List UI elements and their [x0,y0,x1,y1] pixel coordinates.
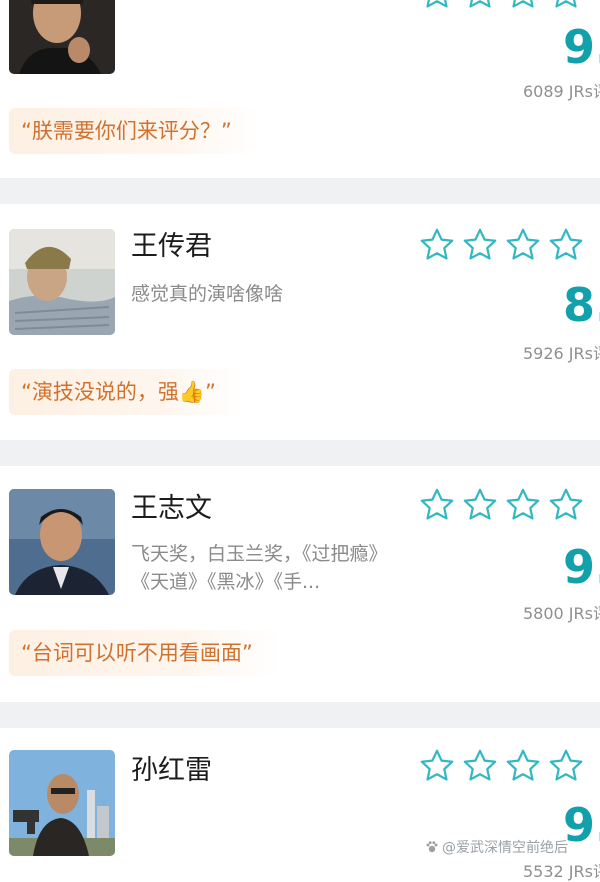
watermark: @爱武深情空前绝后 [425,837,568,857]
star-outline-icon[interactable] [461,226,499,264]
actor-photo [9,229,115,335]
top-comment-text: “台词可以听不用看画面” [21,641,253,665]
rating-count: 5926 JRs评 [523,344,600,363]
star-outline-icon[interactable] [547,747,585,785]
star-outline-icon[interactable] [504,747,542,785]
watermark-text: @爱武深情空前绝后 [442,840,568,856]
top-comment[interactable]: “朕需要你们来评分？” [9,108,260,154]
avatar[interactable] [9,229,115,335]
avatar[interactable] [9,0,115,74]
rating-count: 5800 JRs评 [523,604,600,623]
star-outline-icon[interactable] [461,486,499,524]
star-outline-icon[interactable] [461,0,499,12]
star-outline-icon[interactable] [504,226,542,264]
star-outline-icon[interactable] [418,747,456,785]
star-outline-icon[interactable] [504,0,542,12]
actor-name[interactable]: 王志文 [131,486,212,525]
star-outline-icon[interactable] [547,486,585,524]
actor-description: 感觉真的演啥像啥 [131,283,284,305]
actor-photo [9,0,115,74]
star-outline-icon[interactable] [418,226,456,264]
card-divider [0,178,600,204]
top-comment[interactable]: “台词可以听不用看画面” [9,630,281,676]
actor-photo [9,750,115,856]
top-comment-text: “朕需要你们来评分？” [21,119,232,143]
star-outline-icon[interactable] [547,0,585,12]
star-outline-icon[interactable] [547,226,585,264]
score: 9. [563,798,600,852]
avatar[interactable] [9,489,115,595]
rating-count: 5532 JRs评 [523,862,600,881]
actor-name[interactable]: 孙红雷 [131,748,212,787]
card-divider [0,702,600,728]
star-outline-icon[interactable] [418,0,456,12]
score: 9. [563,20,600,74]
avatar[interactable] [9,750,115,856]
star-outline-icon[interactable] [418,486,456,524]
rating-card-2[interactable]: 王传君 感觉真的演啥像啥 8. 5926 JRs评 “演技没说的，强👍” [0,204,600,440]
paw-icon [425,840,439,854]
actor-photo [9,489,115,595]
top-comment-text: “演技没说的，强👍” [21,380,216,404]
rating-count: 6089 JRs评 [523,82,600,101]
top-comment[interactable]: “演技没说的，强👍” [9,369,244,415]
score: 9. [563,540,600,594]
actor-name[interactable]: 王传君 [131,224,212,263]
score: 8. [563,278,600,332]
actor-description: 飞天奖，白玉兰奖，《过把瘾》《天道》《黑冰》《手... [131,543,388,593]
rating-card-3[interactable]: 王志文 飞天奖，白玉兰奖，《过把瘾》《天道》《黑冰》《手... 9. 5800 … [0,466,600,702]
star-outline-icon[interactable] [504,486,542,524]
card-divider [0,440,600,466]
rating-card-1[interactable]: 9. 6089 JRs评 “朕需要你们来评分？” [0,0,600,178]
star-outline-icon[interactable] [461,747,499,785]
